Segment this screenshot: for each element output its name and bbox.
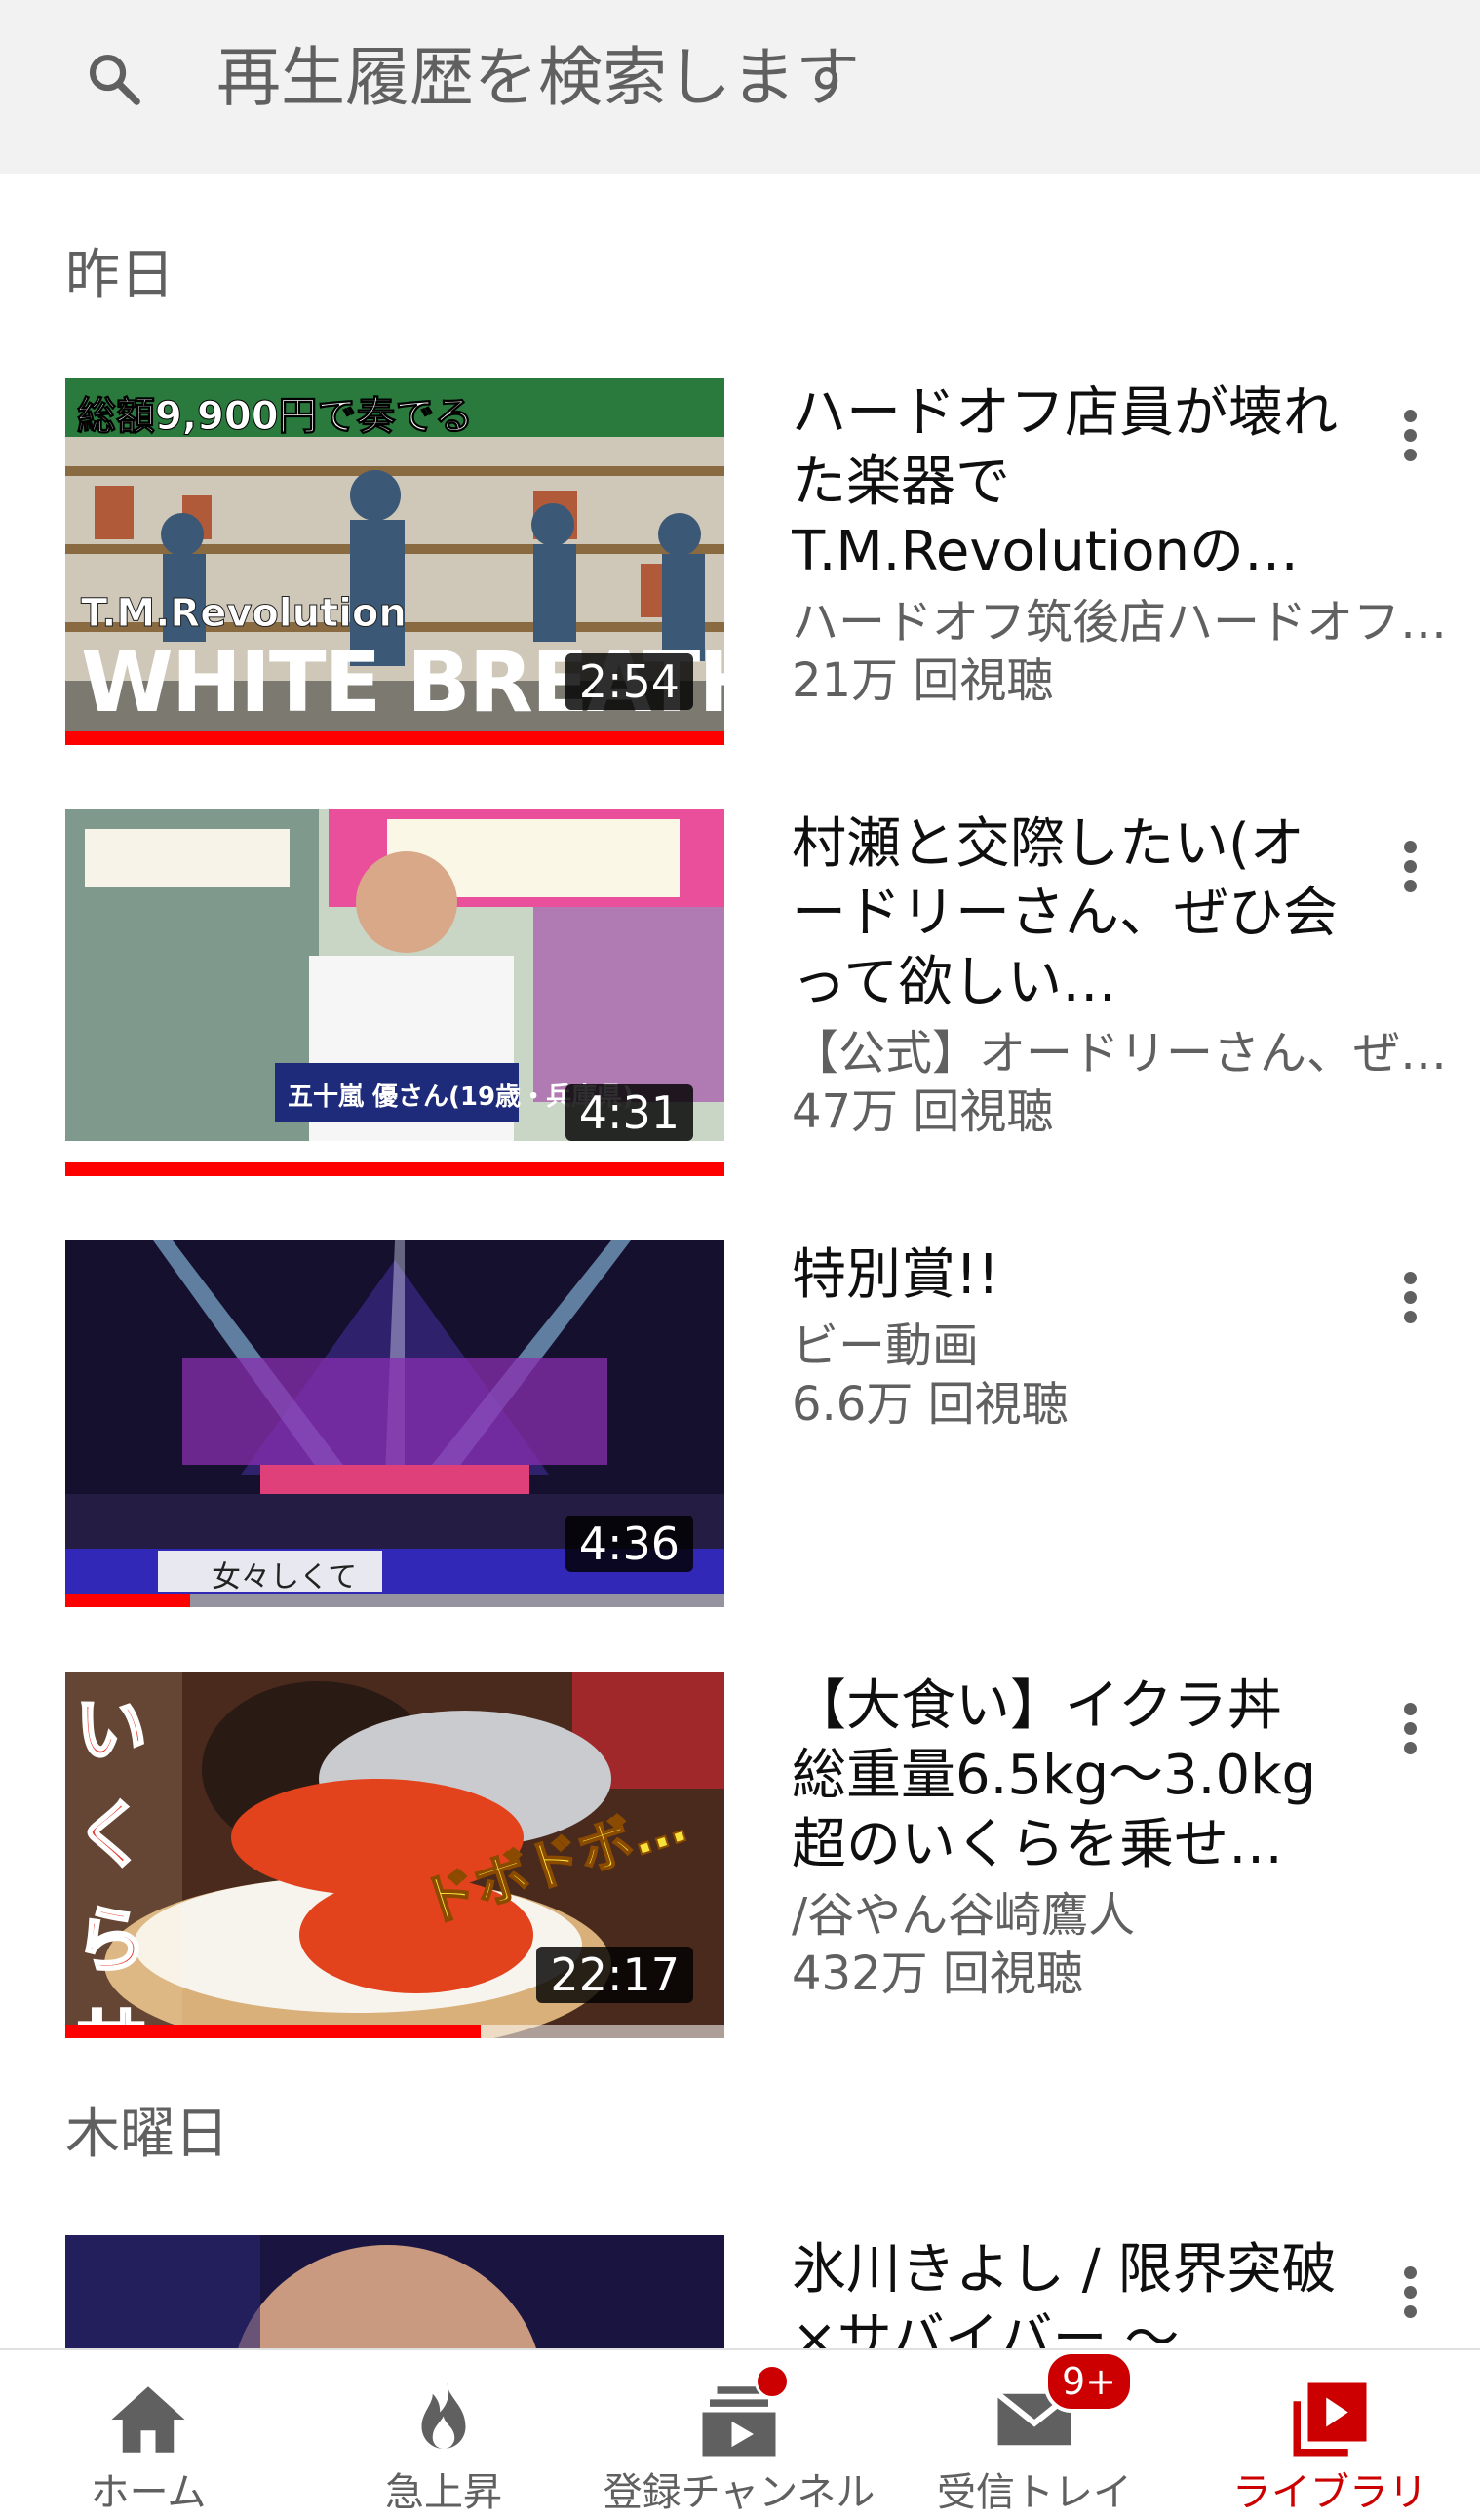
video-title[interactable]: 村瀬と交際したい(オードリーさん、ぜひ会って欲しい… [792,809,1338,1017]
section-header-yesterday: 昨日 [65,244,175,307]
home-icon [111,2386,185,2453]
watch-progress-fill [65,1162,724,1176]
watch-progress-fill [65,731,724,745]
inbox-badge: 9+ [1044,2350,1135,2413]
duration-badge: 4:36 [565,1516,693,1572]
flame-icon [421,2382,466,2449]
view-count: 432万 回視聴 [792,1947,1083,2001]
nav-label-trending: 急上昇 [385,2470,502,2515]
video-title[interactable]: 氷川きよし / 限界突破×サバイバー 〜 [792,2235,1338,2348]
video-title[interactable]: 特別賞!! [792,1240,1338,1310]
watch-progress-fill [65,2025,481,2038]
history-video-item[interactable]: 総額9,900円で奏でる T.M.Revolution WHITE BREATH… [0,378,1480,747]
history-video-item[interactable]: 女々しくて 4:36 特別賞!! ビー動画 6.6万 回視聴 [0,1240,1480,1609]
duration-badge: 2:54 [565,653,693,710]
view-count: 6.6万 回視聴 [792,1377,1069,1432]
view-count: 21万 回視聴 [792,653,1054,708]
channel-name: ビー動画 [792,1319,980,1373]
watch-progress-bar [65,1162,724,1176]
video-thumbnail[interactable]: 総額9,900円で奏でる T.M.Revolution WHITE BREATH… [65,378,724,745]
watch-progress-bar [65,2025,724,2038]
video-thumbnail[interactable]: 五十嵐 優さん(19歳・兵庫県) 4:31 [65,809,724,1176]
thumbnail-text-top: 総額9,900円で奏でる [77,394,475,440]
nav-item-library[interactable]: ライブラリ [1184,2350,1476,2515]
subscriptions-new-dot [755,2364,790,2399]
more-options-icon[interactable] [1383,2249,1437,2337]
video-title[interactable]: 【大食い】イクラ丼 総重量6.5kg〜3.0kg 超のいくらを乗せ… [792,1672,1338,1879]
thumbnail-image [65,2235,724,2348]
thumbnail-text-side: いくら丼 [74,1687,149,2039]
channel-name: 【公式】オードリーさん、ぜ… [792,1026,1448,1081]
more-options-icon[interactable] [1383,1685,1437,1773]
watch-progress-fill [65,1594,191,1607]
channel-name: ハードオフ筑後店ハードオフ… [792,595,1448,650]
duration-badge: 4:31 [565,1084,693,1141]
more-options-icon[interactable] [1383,1254,1437,1342]
watch-progress-bar [65,731,724,745]
thumbnail-text-mid: T.M.Revolution [81,591,408,637]
section-header-thursday: 木曜日 [65,2103,229,2166]
nav-label-subscriptions: 登録チャンネル [603,2470,876,2515]
nav-label-library: ライブラリ [1232,2470,1427,2515]
watch-progress-bar [65,1594,724,1607]
nav-label-home: ホーム [90,2470,207,2515]
video-title[interactable]: ハードオフ店員が壊れた楽器でT.M.Revolutionの… [792,378,1338,586]
nav-item-trending[interactable]: 急上昇 [297,2350,590,2515]
search-bar[interactable]: 再生履歴を検索します [0,0,1480,174]
video-thumbnail[interactable]: いくら丼 ドボドボ… 22:17 [65,1672,724,2038]
nav-item-home[interactable]: ホーム [2,2350,294,2515]
library-icon [1293,2382,1367,2457]
history-video-item[interactable]: 氷川きよし / 限界突破×サバイバー 〜 [0,2235,1480,2348]
nav-item-inbox[interactable]: 9+ 受信トレイ [888,2350,1181,2515]
search-input[interactable]: 再生履歴を検索します [216,37,860,119]
more-options-icon[interactable] [1383,823,1437,911]
channel-name: /谷やん谷崎鷹人 [792,1888,1136,1943]
history-video-item[interactable]: いくら丼 ドボドボ… 22:17 【大食い】イクラ丼 総重量6.5kg〜3.0k… [0,1672,1480,2040]
history-video-item[interactable]: 五十嵐 優さん(19歳・兵庫県) 4:31 村瀬と交際したい(オードリーさん、ぜ… [0,809,1480,1178]
nav-label-inbox: 受信トレイ [937,2470,1132,2515]
nav-item-subscriptions[interactable]: 登録チャンネル [593,2350,885,2515]
video-thumbnail[interactable]: 女々しくて 4:36 [65,1240,724,1607]
video-thumbnail[interactable] [65,2235,724,2348]
bottom-navigation: ホーム 急上昇 登録チャンネル 9+ 受信トレイ ライブラリ [0,2348,1480,2515]
view-count: 47万 回視聴 [792,1084,1054,1139]
search-icon[interactable] [84,49,144,109]
thumbnail-caption: 女々しくて [212,1560,358,1595]
duration-badge: 22:17 [536,1947,693,2003]
more-options-icon[interactable] [1383,392,1437,480]
